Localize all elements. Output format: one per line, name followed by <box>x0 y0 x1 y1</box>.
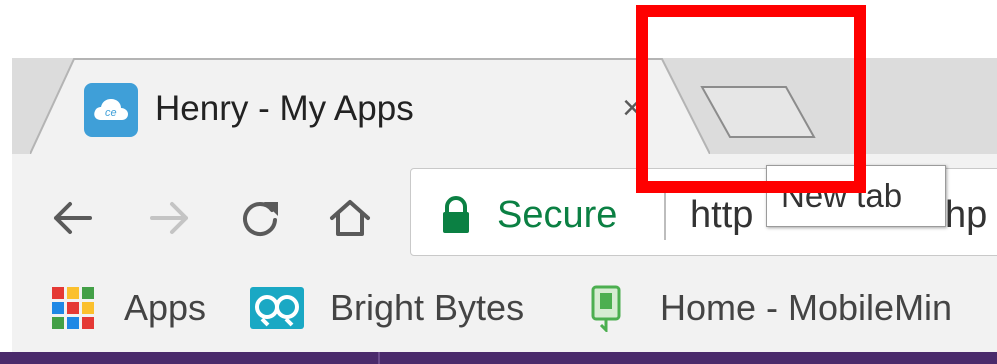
lock-icon[interactable] <box>438 195 474 235</box>
reload-icon <box>243 202 278 237</box>
bright-bytes-icon <box>250 287 304 329</box>
address-separator <box>664 188 666 240</box>
forward-button[interactable] <box>142 190 198 246</box>
page-content-edge <box>0 352 997 364</box>
bookmark-apps[interactable]: Apps <box>52 282 206 334</box>
back-button[interactable] <box>44 190 100 246</box>
bookmark-label: Apps <box>124 287 207 328</box>
reload-button[interactable] <box>232 190 288 246</box>
bookmark-label: Home - MobileMin <box>660 287 953 328</box>
cloud-icon: ce <box>84 83 138 137</box>
apps-grid-icon <box>52 287 94 329</box>
bookmark-label: Bright Bytes <box>330 287 525 328</box>
url-start: http <box>690 194 754 236</box>
bookmark-book-icon <box>591 285 621 332</box>
forward-arrow-icon <box>150 202 188 234</box>
page-divider <box>378 352 380 364</box>
home-icon <box>330 200 370 236</box>
tab-title: Henry - My Apps <box>155 89 414 128</box>
url-tail: hp <box>945 194 988 236</box>
browser-window: ce Henry - My Apps × Secure http hp New … <box>0 0 997 364</box>
highlight-box <box>636 5 866 193</box>
secure-label[interactable]: Secure <box>497 190 617 240</box>
svg-text:ce: ce <box>105 107 117 119</box>
bookmark-bright-bytes[interactable]: Bright Bytes <box>250 282 524 334</box>
bookmark-home-mobilemind[interactable]: Home - MobileMin <box>590 282 952 334</box>
home-button[interactable] <box>322 190 378 246</box>
back-arrow-icon <box>54 202 92 234</box>
